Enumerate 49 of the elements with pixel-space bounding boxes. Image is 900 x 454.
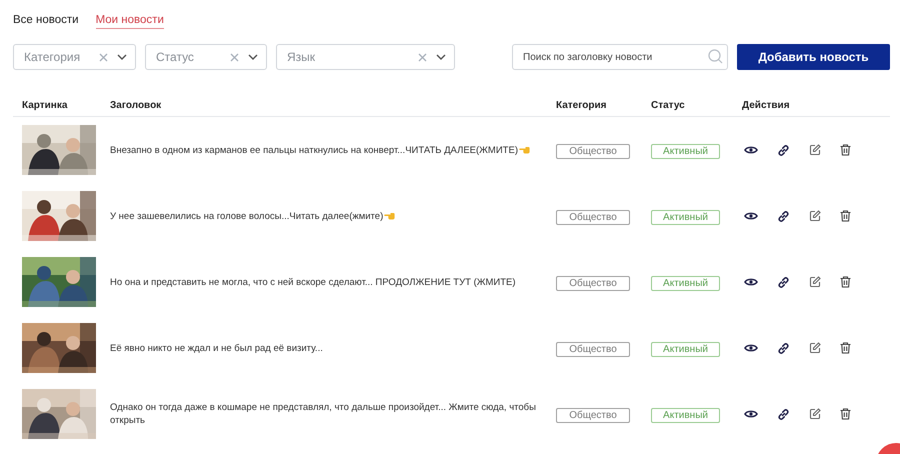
eye-icon[interactable]: [744, 409, 758, 419]
trash-icon[interactable]: [840, 210, 851, 222]
eye-icon[interactable]: [744, 211, 758, 221]
eye-icon[interactable]: [744, 277, 758, 287]
search-field[interactable]: Поиск по заголовку новости: [512, 44, 728, 70]
trash-icon[interactable]: [840, 276, 851, 288]
link-icon[interactable]: [777, 342, 790, 354]
pointing-hand-icon: [518, 144, 530, 154]
link-icon[interactable]: [777, 408, 790, 420]
link-icon[interactable]: [777, 276, 790, 288]
chevron-down-icon[interactable]: [117, 54, 127, 60]
column-header: Действия: [742, 100, 791, 110]
edit-icon[interactable]: [809, 408, 821, 420]
edit-icon[interactable]: [809, 342, 821, 354]
edit-icon[interactable]: [809, 276, 821, 288]
column-header: Категория: [556, 100, 608, 110]
trash-icon[interactable]: [840, 408, 851, 420]
tab[interactable]: Все новости: [13, 14, 79, 28]
status-tag: Активный: [651, 210, 720, 225]
category-tag: Общество: [556, 408, 630, 423]
status-tag: Активный: [651, 408, 720, 423]
edit-icon[interactable]: [809, 144, 821, 156]
news-title[interactable]: Внезапно в одном из карманов ее пальцы наткнулись на конверт...ЧИТАТЬ ДАЛЕЕ(ЖМИТЕ): [110, 144, 546, 156]
news-title[interactable]: У нее зашевелились на голове волосы...Читать далее(жмите): [110, 210, 546, 222]
category-tag: Общество: [556, 210, 630, 225]
column-header: Статус: [651, 100, 686, 110]
category-tag: Общество: [556, 276, 630, 291]
news-title[interactable]: Однако он тогда даже в кошмаре не представлял, что дальше произойдет... Жмите сюда, чтобы открыть: [110, 401, 546, 427]
chevron-down-icon[interactable]: [436, 54, 446, 60]
status-tag: Активный: [651, 276, 720, 291]
trash-icon[interactable]: [840, 144, 851, 156]
pointing-hand-icon: [384, 210, 396, 220]
edit-icon[interactable]: [809, 210, 821, 222]
eye-icon[interactable]: [744, 145, 758, 155]
add-news-button[interactable]: Добавить новость: [737, 44, 890, 70]
tab[interactable]: Мои новости: [96, 14, 164, 28]
status-tag: Активный: [651, 144, 720, 159]
chevron-down-icon[interactable]: [248, 54, 258, 60]
column-header: Заголовок: [110, 100, 162, 110]
column-header: Картинка: [21, 100, 68, 110]
eye-icon[interactable]: [744, 343, 758, 353]
trash-icon[interactable]: [840, 342, 851, 354]
link-icon[interactable]: [777, 210, 790, 222]
link-icon[interactable]: [777, 144, 790, 156]
news-title[interactable]: Её явно никто не ждал и не был рад её визиту...: [110, 342, 546, 354]
category-tag: Общество: [556, 144, 630, 159]
status-tag: Активный: [651, 342, 720, 357]
category-tag: Общество: [556, 342, 630, 357]
news-title[interactable]: Но она и представить не могла, что с ней вскоре сделают... ПРОДОЛЖЕНИЕ ТУТ (ЖМИТЕ): [110, 276, 546, 288]
